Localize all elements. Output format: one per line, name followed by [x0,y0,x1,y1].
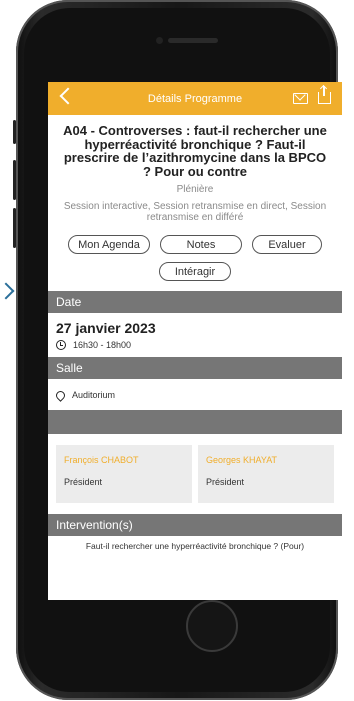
my-agenda-button[interactable]: Mon Agenda [68,235,150,254]
action-buttons: Mon Agenda Notes Evaluer [48,235,342,254]
evaluate-button[interactable]: Evaluer [252,235,322,254]
app-screen: Détails Programme A04 - Controverses : f… [48,82,342,600]
nav-title: Détails Programme [147,92,243,105]
home-button[interactable] [186,600,238,652]
volume-down-button [13,208,16,248]
session-time: 16h30 - 18h00 [73,340,132,350]
chevron-right-icon [0,282,15,300]
session-info: Session interactive, Session retransmise… [63,201,327,223]
nav-bar: Détails Programme [48,82,342,115]
session-date: 27 janvier 2023 [56,320,156,336]
intervention-item[interactable]: Faut-il rechercher une hyperréactivité b… [48,536,342,551]
notes-button[interactable]: Notes [160,235,242,254]
interventions-section-header: Intervention(s) [48,514,342,536]
speaker-role: Président [64,477,103,487]
share-icon[interactable] [318,86,331,104]
location-pin-icon [54,388,67,402]
date-section-header: Date [48,291,342,313]
speaker-name: Georges KHAYAT [206,455,278,465]
session-header: A04 - Controverses : faut-il rechercher … [48,115,342,223]
speaker-card[interactable]: François CHABOT Président [56,445,192,503]
room-section-header: Salle [48,357,342,379]
room-name: Auditorium [72,390,116,400]
mail-icon[interactable] [293,93,308,104]
mute-switch [13,120,16,144]
speaker-card[interactable]: Georges KHAYAT Président [198,445,334,503]
interact-button[interactable]: Intéragir [159,262,231,281]
clock-icon [56,340,66,350]
speaker-role: Président [206,477,245,487]
speaker-grille [168,38,218,43]
camera-icon [156,37,163,44]
session-title: A04 - Controverses : faut-il rechercher … [63,123,327,179]
speakers-section-header [48,410,342,434]
speakers-list: François CHABOT Président Georges KHAYAT… [48,434,342,503]
volume-up-button [13,160,16,200]
chevron-left-icon[interactable] [59,87,77,105]
speaker-name: François CHABOT [64,455,139,465]
session-type: Plénière [176,184,214,195]
